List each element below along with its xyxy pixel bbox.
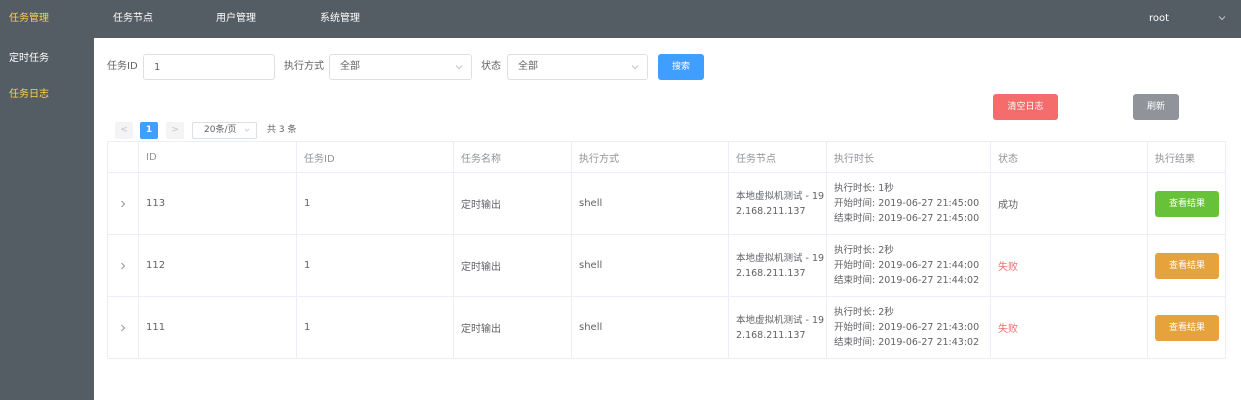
table-cell-task-name: 定时输出 [454, 297, 572, 358]
chevron-down-icon [244, 128, 250, 132]
table-header-expand [108, 142, 139, 172]
table-cell-duration: 执行时长: 2秒 开始时间: 2019-06-27 21:43:00 结束时间:… [827, 297, 991, 358]
table-cell-exec-mode: shell [572, 297, 729, 358]
duration-text: 执行时长: 2秒 [834, 245, 894, 256]
task-node-line1: 本地虚拟机测试 - 19 [736, 252, 825, 264]
table-cell-task-node: 本地虚拟机测试 - 19 2.168.211.137 [729, 297, 827, 358]
table-header-task-id: 任务ID [297, 142, 454, 172]
view-result-button[interactable]: 查看结果 [1155, 252, 1219, 279]
page-size-value: 20条/页 [204, 125, 237, 135]
sidebar: 定时任务 任务日志 [0, 38, 94, 400]
pagination-total: 共 3 条 [267, 125, 297, 135]
table-header-result: 执行结果 [1148, 142, 1226, 172]
table-header-status: 状态 [991, 142, 1148, 172]
task-node-line2: 2.168.211.137 [736, 267, 806, 279]
table-cell-task-id: 1 [297, 173, 454, 234]
duration-text: 执行时长: 1秒 [834, 183, 894, 194]
table-cell-status: 失败 [991, 235, 1148, 296]
sidebar-item-task-logs[interactable]: 任务日志 [9, 85, 49, 105]
topnav-item-task-management[interactable]: 任务管理 [9, 0, 49, 38]
view-result-button[interactable]: 查看结果 [1155, 314, 1219, 341]
task-node-line2: 2.168.211.137 [736, 205, 806, 217]
chevron-down-icon [455, 65, 463, 70]
table-row: 113 1 定时输出 shell 本地虚拟机测试 - 19 2.168.211.… [108, 173, 1226, 235]
task-node-line1: 本地虚拟机测试 - 19 [736, 314, 825, 326]
pagination-next-button[interactable]: > [166, 122, 184, 139]
status-label: 状态 [481, 61, 501, 72]
table-cell-task-node: 本地虚拟机测试 - 19 2.168.211.137 [729, 173, 827, 234]
view-result-button[interactable]: 查看结果 [1155, 190, 1219, 217]
chevron-down-icon[interactable] [1218, 14, 1226, 22]
task-id-label: 任务ID [107, 61, 138, 72]
chevron-right-icon[interactable] [119, 262, 127, 270]
table-header-task-node: 任务节点 [729, 142, 827, 172]
clear-log-button[interactable]: 清空日志 [993, 94, 1058, 120]
table-cell-task-name: 定时输出 [454, 173, 572, 234]
search-button[interactable]: 搜索 [658, 54, 704, 80]
table-cell-status: 失败 [991, 297, 1148, 358]
table-cell-task-name: 定时输出 [454, 235, 572, 296]
duration-text: 执行时长: 2秒 [834, 307, 894, 318]
table-cell-duration: 执行时长: 2秒 开始时间: 2019-06-27 21:44:00 结束时间:… [827, 235, 991, 296]
exec-mode-label: 执行方式 [284, 61, 324, 72]
table-cell-status: 成功 [991, 173, 1148, 234]
task-node-line1: 本地虚拟机测试 - 19 [736, 190, 825, 202]
table-cell-result: 查看结果 [1148, 297, 1226, 358]
task-node-line2: 2.168.211.137 [736, 329, 806, 341]
table-header-row: ID 任务ID 任务名称 执行方式 任务节点 执行时长 状态 执行结果 [108, 142, 1226, 173]
table-row: 112 1 定时输出 shell 本地虚拟机测试 - 19 2.168.211.… [108, 235, 1226, 297]
topnav-item-system-management[interactable]: 系统管理 [320, 0, 360, 38]
exec-mode-select[interactable]: 全部 [329, 54, 472, 80]
exec-mode-value: 全部 [340, 61, 360, 72]
table-cell-expand[interactable] [108, 173, 139, 234]
table-cell-task-node: 本地虚拟机测试 - 19 2.168.211.137 [729, 235, 827, 296]
table-cell-id: 112 [139, 235, 297, 296]
end-time-text: 结束时间: 2019-06-27 21:43:02 [834, 337, 980, 348]
status-select[interactable]: 全部 [507, 54, 648, 80]
page-size-select[interactable]: 20条/页 [192, 122, 257, 139]
chevron-down-icon [631, 65, 639, 70]
refresh-button[interactable]: 刷新 [1133, 94, 1179, 120]
end-time-text: 结束时间: 2019-06-27 21:44:02 [834, 275, 980, 286]
start-time-text: 开始时间: 2019-06-27 21:45:00 [834, 198, 980, 209]
table-cell-task-id: 1 [297, 235, 454, 296]
start-time-text: 开始时间: 2019-06-27 21:44:00 [834, 260, 980, 271]
table-row: 111 1 定时输出 shell 本地虚拟机测试 - 19 2.168.211.… [108, 297, 1226, 359]
table-cell-expand[interactable] [108, 297, 139, 358]
sidebar-item-scheduled-tasks[interactable]: 定时任务 [9, 49, 49, 69]
table-header-task-name: 任务名称 [454, 142, 572, 172]
status-value: 全部 [518, 61, 538, 72]
user-menu[interactable]: root [1149, 0, 1169, 38]
topnav-item-task-nodes[interactable]: 任务节点 [113, 0, 153, 38]
table-header-id: ID [139, 142, 297, 172]
table-cell-task-id: 1 [297, 297, 454, 358]
table-cell-duration: 执行时长: 1秒 开始时间: 2019-06-27 21:45:00 结束时间:… [827, 173, 991, 234]
table-cell-result: 查看结果 [1148, 235, 1226, 296]
table-cell-expand[interactable] [108, 235, 139, 296]
table-cell-id: 111 [139, 297, 297, 358]
task-id-input[interactable] [143, 54, 275, 80]
pagination-page-1[interactable]: 1 [140, 122, 158, 139]
chevron-right-icon[interactable] [119, 200, 127, 208]
start-time-text: 开始时间: 2019-06-27 21:43:00 [834, 322, 980, 333]
table-cell-exec-mode: shell [572, 235, 729, 296]
task-log-table: ID 任务ID 任务名称 执行方式 任务节点 执行时长 状态 执行结果 113 … [107, 141, 1226, 359]
table-cell-result: 查看结果 [1148, 173, 1226, 234]
table-cell-id: 113 [139, 173, 297, 234]
top-nav-bar: 任务管理 任务节点 用户管理 系统管理 root [0, 0, 1241, 38]
table-header-duration: 执行时长 [827, 142, 991, 172]
topnav-item-user-management[interactable]: 用户管理 [216, 0, 256, 38]
pagination-prev-button[interactable]: < [115, 122, 133, 139]
chevron-right-icon[interactable] [119, 324, 127, 332]
table-cell-exec-mode: shell [572, 173, 729, 234]
end-time-text: 结束时间: 2019-06-27 21:45:00 [834, 213, 980, 224]
table-header-exec-mode: 执行方式 [572, 142, 729, 172]
